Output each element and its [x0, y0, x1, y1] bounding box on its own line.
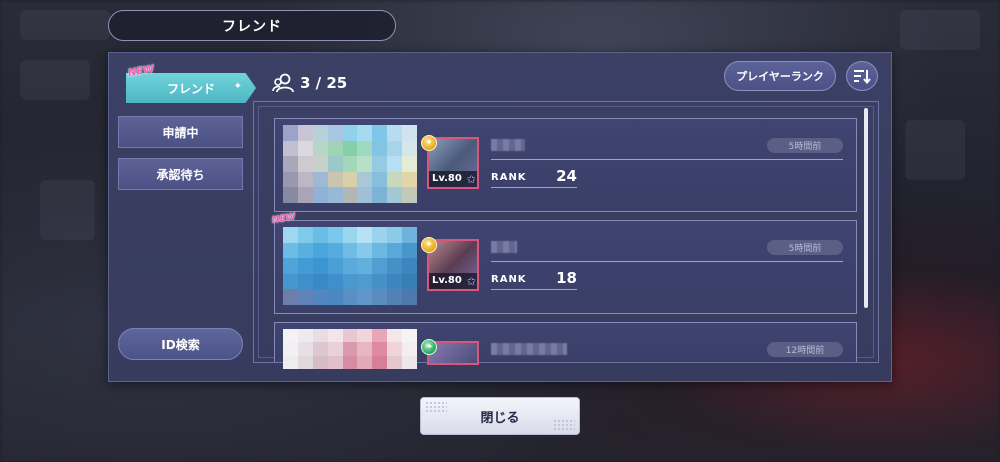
- list-scrollbar[interactable]: [864, 108, 868, 308]
- tab-awaiting-approval-label: 承認待ち: [156, 167, 205, 182]
- rank-label: RANK: [491, 172, 527, 183]
- rank-value: 18: [556, 269, 577, 287]
- friend-card[interactable]: Lv.80 ✩ ✦ 5時間前 RANK 24: [274, 118, 857, 212]
- close-button-label: 閉じる: [480, 410, 520, 426]
- rank-value: 24: [556, 167, 577, 185]
- last-login-badge: 5時間前: [767, 240, 843, 255]
- friend-card[interactable]: Lv.80 ✩ ✦ 5時間前 RANK 18: [274, 220, 857, 314]
- tab-pending-requests-label: 申請中: [162, 125, 199, 140]
- name-underline: [491, 159, 843, 160]
- friends-icon: [272, 73, 294, 93]
- last-login-badge: 12時間前: [767, 342, 843, 357]
- star-attribute-icon: ✦: [421, 237, 437, 253]
- rank-underline: [491, 187, 577, 188]
- tab-friends-label: フレンド: [166, 81, 215, 96]
- tab-pending-requests[interactable]: 申請中: [118, 116, 243, 148]
- star-rarity-icon: ✩: [466, 275, 476, 288]
- profile-banner-image: [283, 227, 417, 305]
- star-rarity-icon: ✩: [466, 173, 476, 186]
- id-search-button[interactable]: ID検索: [118, 328, 243, 360]
- player-name-redacted: [491, 139, 525, 151]
- player-rank-sort-button[interactable]: プレイヤーランク: [724, 61, 836, 91]
- last-login-badge: 5時間前: [767, 138, 843, 153]
- screen-title: フレンド: [108, 10, 396, 41]
- close-button[interactable]: 閉じる: [420, 397, 580, 435]
- player-name-redacted: [491, 343, 567, 355]
- friend-count-text: 3 / 25: [300, 74, 348, 92]
- leaf-attribute-icon: ❧: [421, 339, 437, 355]
- sort-order-button[interactable]: [846, 61, 878, 91]
- star-attribute-icon: ✦: [421, 135, 437, 151]
- decorative-dots: [553, 419, 575, 431]
- rank-label: RANK: [491, 274, 527, 285]
- player-rank-sort-label: プレイヤーランク: [736, 70, 824, 83]
- friend-count: 3 / 25: [272, 72, 347, 94]
- friend-card[interactable]: ❧ 12時間前: [274, 322, 857, 369]
- decorative-dots: [425, 401, 447, 413]
- id-search-label: ID検索: [161, 337, 200, 352]
- profile-banner-image: [283, 125, 417, 203]
- rank-underline: [491, 289, 577, 290]
- player-name-redacted: [491, 241, 517, 253]
- tab-awaiting-approval[interactable]: 承認待ち: [118, 158, 243, 190]
- profile-banner-image: [283, 329, 417, 369]
- name-underline: [491, 261, 843, 262]
- sparkle-icon: ✦: [233, 81, 242, 92]
- sort-descending-icon: [854, 70, 871, 84]
- tab-friends[interactable]: フレンド ✦: [126, 73, 256, 103]
